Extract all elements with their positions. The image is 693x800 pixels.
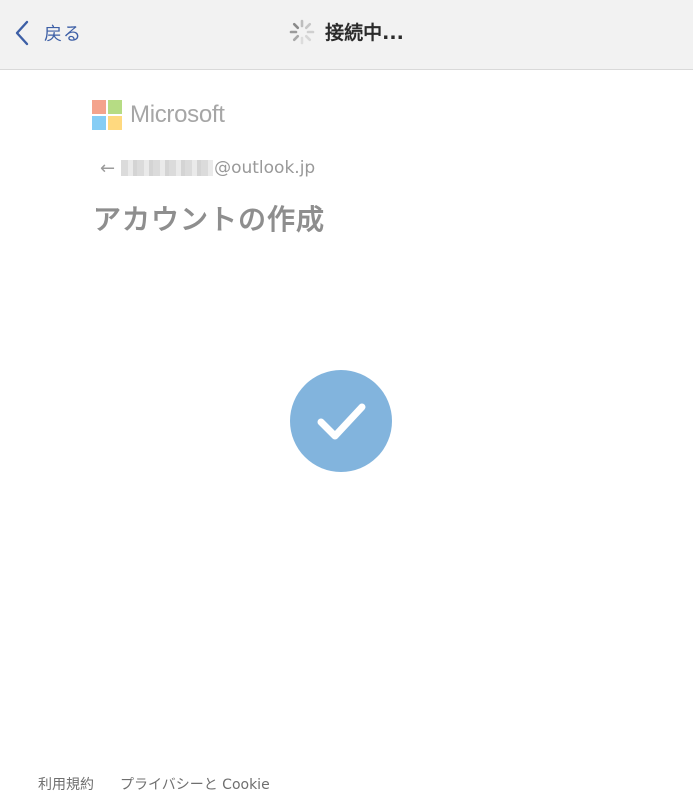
success-badge [290, 370, 392, 472]
account-email-row: ← @outlook.jp [100, 156, 315, 180]
checkmark-icon [317, 403, 366, 440]
nav-title-group: 接続中... [0, 18, 693, 45]
back-arrow-icon[interactable]: ← [100, 158, 115, 179]
microsoft-logo: Microsoft [92, 100, 225, 130]
logo-square-yellow [108, 116, 122, 130]
navigation-bar: 戻る 接続中... [0, 0, 693, 70]
page-title: アカウントの作成 [93, 203, 326, 236]
nav-title: 接続中... [325, 22, 404, 44]
footer: 利用規約 プライバシーと Cookie [38, 774, 270, 794]
loading-spinner-icon [289, 19, 315, 44]
microsoft-wordmark: Microsoft [130, 101, 225, 128]
email-redacted [121, 160, 214, 176]
privacy-link[interactable]: プライバシーと Cookie [120, 774, 270, 794]
logo-square-blue [92, 116, 106, 130]
logo-square-green [108, 100, 122, 114]
terms-link[interactable]: 利用規約 [38, 774, 94, 794]
logo-square-red [92, 100, 106, 114]
microsoft-squares-icon [92, 100, 122, 130]
email-domain: @outlook.jp [214, 158, 316, 178]
